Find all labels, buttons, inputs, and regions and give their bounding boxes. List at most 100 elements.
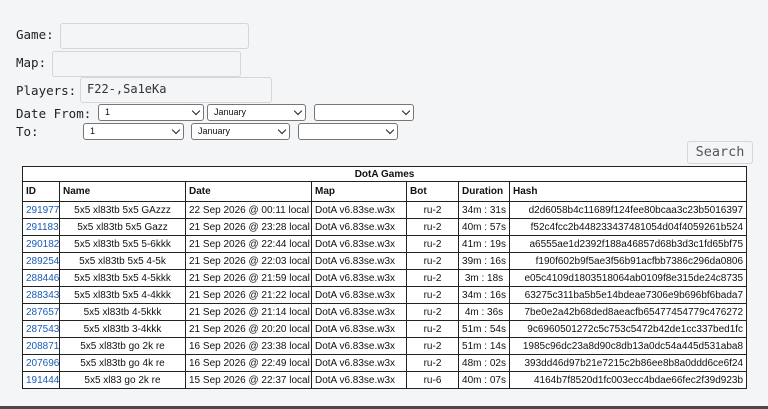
- game-id-link[interactable]: 291183: [26, 222, 59, 233]
- date-to-day-select[interactable]: 1: [83, 123, 184, 140]
- game-map-cell: DotA v6.83se.w3x: [311, 269, 407, 287]
- column-header-map: Map: [311, 181, 407, 202]
- game-date-cell: 21 Sep 2026 @ 20:20 local: [185, 320, 312, 338]
- game-duration-cell: 4m : 36s: [458, 303, 510, 321]
- chevron-down-icon: [171, 125, 181, 135]
- game-bot-cell: ru-2: [406, 252, 459, 270]
- game-id-cell: 291977: [22, 201, 60, 219]
- game-bot-cell: ru-2: [406, 269, 459, 287]
- game-hash-cell: 63275c311ba5b5e14bdeae7306e9b696bf6bada7: [508, 286, 748, 304]
- table-row: 191444 5x5 xl83 go 2k re 15 Sep 2026 @ 22:…: [22, 371, 748, 389]
- game-bot-cell: ru-2: [406, 320, 459, 338]
- game-id-link[interactable]: 288343: [26, 290, 59, 301]
- table-row: 291183 5x5 xl83tb 5x5 Gazz 21 Sep 2026 @ 2…: [22, 218, 748, 236]
- game-duration-cell: 51m : 14s: [458, 337, 510, 355]
- column-header-bot: Bot: [406, 181, 459, 202]
- column-header-duration: Duration: [458, 181, 510, 202]
- game-hash-cell: e05c4109d1803518064ab0109f8e315de24c8735: [508, 269, 748, 287]
- game-duration-cell: 39m : 16s: [458, 252, 510, 270]
- date-from-day-select[interactable]: 1: [98, 104, 204, 121]
- game-hash-cell: 7be0e2a42b68ded8aeacfb65477454779c476272: [508, 303, 748, 321]
- players-input[interactable]: F22-,Sa1eKa: [80, 77, 272, 103]
- game-id-link[interactable]: 208871: [26, 341, 59, 352]
- table-row: 208871 5x5 xl83tb go 2k re 16 Sep 2026 @ 2…: [22, 337, 748, 355]
- game-id-cell: 288343: [22, 286, 60, 304]
- game-name-cell: 5x5 xl83tb 5x5 4-4kkk: [59, 286, 186, 304]
- game-bot-cell: ru-2: [406, 337, 459, 355]
- game-map-cell: DotA v6.83se.w3x: [311, 218, 407, 236]
- table-row: 288343 5x5 xl83tb 5x5 4-4kkk 21 Sep 2026 @…: [22, 286, 748, 304]
- column-header-name: Name: [59, 181, 186, 202]
- game-id-link[interactable]: 289254: [26, 256, 59, 267]
- date-to-month-select[interactable]: January: [191, 123, 290, 140]
- date-to-year-select[interactable]: [298, 123, 398, 140]
- game-duration-cell: 51m : 54s: [458, 320, 510, 338]
- game-map-cell: DotA v6.83se.w3x: [311, 371, 407, 389]
- game-id-cell: 288446: [22, 269, 60, 287]
- games-table: DotA Games ID Name Date Map Bot Duration…: [21, 166, 748, 389]
- table-caption: DotA Games: [21, 166, 748, 182]
- game-id-link[interactable]: 191444: [26, 375, 59, 386]
- game-input[interactable]: [60, 23, 249, 49]
- game-id-cell: 208871: [22, 337, 60, 355]
- game-map-cell: DotA v6.83se.w3x: [311, 235, 407, 253]
- game-map-cell: DotA v6.83se.w3x: [311, 354, 407, 372]
- game-id-cell: 287543: [22, 320, 60, 338]
- game-bot-cell: ru-2: [406, 286, 459, 304]
- game-id-link[interactable]: 287657: [26, 307, 59, 318]
- game-hash-cell: d2d6058b4c11689f124fee80bcaa3c23b5016397: [508, 201, 748, 219]
- column-header-hash: Hash: [508, 181, 748, 202]
- game-id-cell: 289254: [22, 252, 60, 270]
- game-label: Game:: [16, 27, 54, 42]
- game-name-cell: 5x5 xl83tb 5x5 4-5kkk: [59, 269, 186, 287]
- game-map-cell: DotA v6.83se.w3x: [311, 303, 407, 321]
- map-input[interactable]: [52, 51, 241, 77]
- game-hash-cell: 1985c96dc23a8d90c8db13a0dc54a445d531aba8: [508, 337, 748, 355]
- table-row: 288446 5x5 xl83tb 5x5 4-5kkk 21 Sep 2026 @…: [22, 269, 748, 287]
- game-name-cell: 5x5 xl83tb go 2k re: [59, 337, 186, 355]
- game-id-link[interactable]: 290182: [26, 239, 59, 250]
- game-hash-cell: 9c6960501272c5c753c5472b42de1cc337bed1fc: [508, 320, 748, 338]
- game-date-cell: 22 Sep 2026 @ 00:11 local: [185, 201, 312, 219]
- game-id-link[interactable]: 287543: [26, 324, 59, 335]
- game-duration-cell: 3m : 18s: [458, 269, 510, 287]
- game-date-cell: 21 Sep 2026 @ 22:44 local: [185, 235, 312, 253]
- date-to-month-value: January: [198, 126, 231, 136]
- game-duration-cell: 34m : 31s: [458, 201, 510, 219]
- game-name-cell: 5x5 xl83 go 2k re: [59, 371, 186, 389]
- table-row: 207696 5x5 xl83tb go 4k re 16 Sep 2026 @ 2…: [22, 354, 748, 372]
- column-header-id: ID: [22, 181, 60, 202]
- game-duration-cell: 41m : 19s: [458, 235, 510, 253]
- date-from-day-value: 1: [105, 107, 111, 117]
- game-id-cell: 290182: [22, 235, 60, 253]
- game-date-cell: 21 Sep 2026 @ 21:14 local: [185, 303, 312, 321]
- game-bot-cell: ru-6: [406, 371, 459, 389]
- game-id-link[interactable]: 288446: [26, 273, 59, 284]
- game-duration-cell: 40m : 57s: [458, 218, 510, 236]
- game-id-cell: 207696: [22, 354, 60, 372]
- game-map-cell: DotA v6.83se.w3x: [311, 320, 407, 338]
- game-hash-cell: 393dd46d97b21e7215c2b86ee8b8a0ddd6ce6f24: [508, 354, 748, 372]
- date-from-month-value: January: [214, 107, 247, 117]
- game-name-cell: 5x5 xl83tb 5x5 4-5k: [59, 252, 186, 270]
- game-hash-cell: f52c4fcc2b448233437481054d04f4059261b524: [508, 218, 748, 236]
- game-id-link[interactable]: 291977: [26, 205, 59, 216]
- game-bot-cell: ru-2: [406, 235, 459, 253]
- date-from-month-select[interactable]: January: [207, 104, 306, 121]
- search-button[interactable]: Search: [687, 141, 753, 164]
- game-id-cell: 191444: [22, 371, 60, 389]
- game-date-cell: 16 Sep 2026 @ 22:49 local: [185, 354, 312, 372]
- game-bot-cell: ru-2: [406, 218, 459, 236]
- date-from-year-select[interactable]: [314, 104, 414, 121]
- game-map-cell: DotA v6.83se.w3x: [311, 337, 407, 355]
- game-name-cell: 5x5 xl83tb 5x5 GAzzz: [59, 201, 186, 219]
- chevron-down-icon: [277, 125, 287, 135]
- game-duration-cell: 40m : 07s: [458, 371, 510, 389]
- table-row: 289254 5x5 xl83tb 5x5 4-5k 21 Sep 2026 @ 2…: [22, 252, 748, 270]
- game-bot-cell: ru-2: [406, 303, 459, 321]
- game-id-link[interactable]: 207696: [26, 358, 59, 369]
- game-name-cell: 5x5 xl83tb 5x5 Gazz: [59, 218, 186, 236]
- table-row: 287657 5x5 xl83tb 4-5kkk 21 Sep 2026 @ 21:…: [22, 303, 748, 321]
- game-hash-cell: f190f602b9f5ae3f56b91acfbb7386c296da0806: [508, 252, 748, 270]
- date-to-label: To:: [16, 124, 39, 139]
